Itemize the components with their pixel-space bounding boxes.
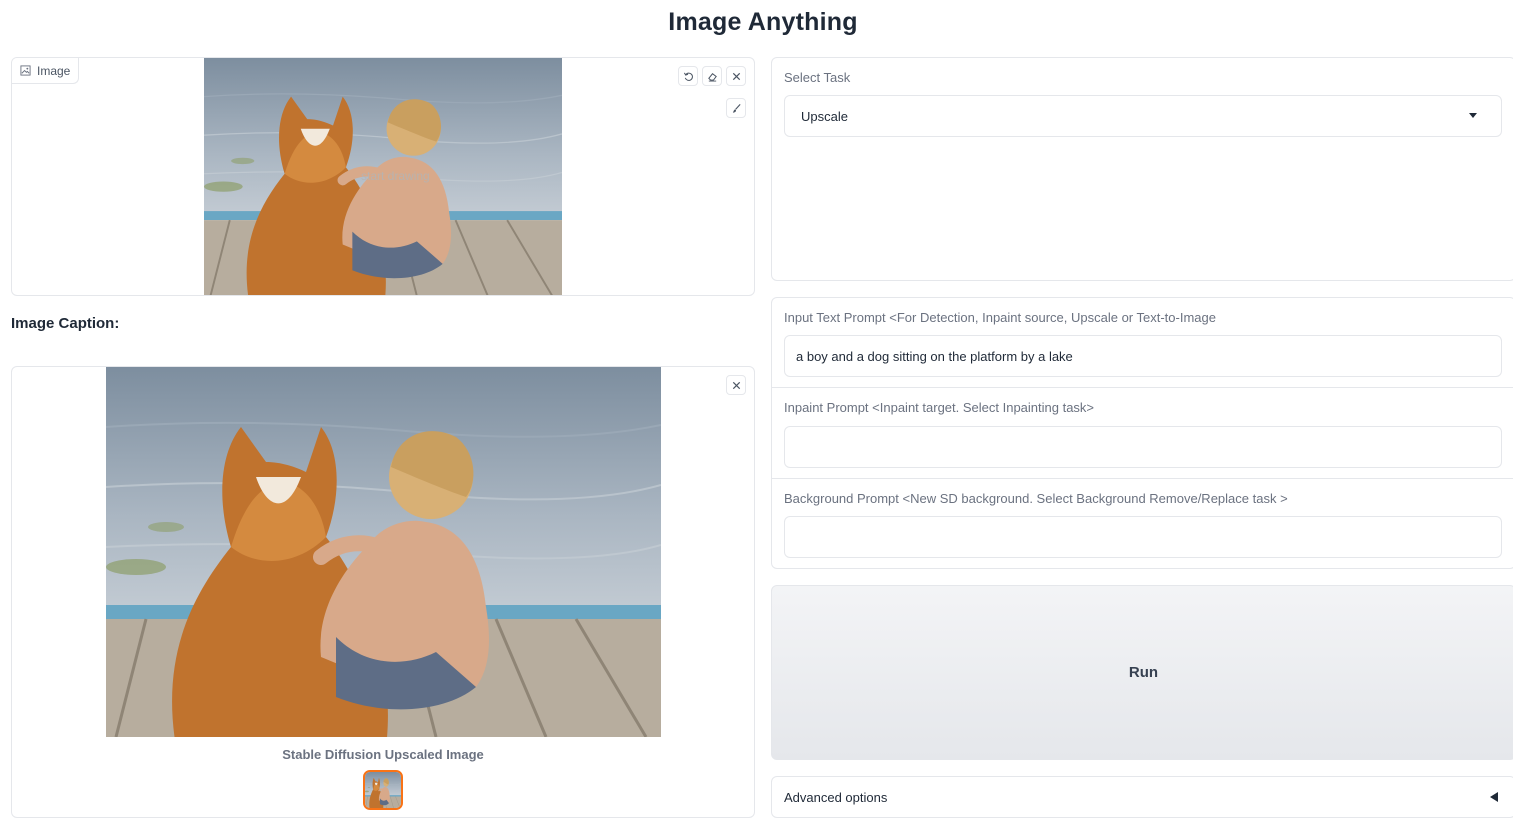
- background-prompt-label: Background Prompt <New SD background. Se…: [784, 491, 1288, 506]
- divider: [772, 387, 1513, 388]
- task-panel: Select Task Upscale: [771, 57, 1513, 281]
- brush-icon: [732, 103, 741, 113]
- clear-image-button[interactable]: [726, 66, 746, 86]
- caret-down-icon: [1469, 113, 1477, 118]
- eraser-button[interactable]: [702, 66, 722, 86]
- task-dropdown[interactable]: Upscale: [784, 95, 1502, 137]
- eraser-icon: [707, 72, 717, 82]
- caret-left-icon: [1490, 792, 1498, 802]
- gallery-caption: Stable Diffusion Upscaled Image: [282, 747, 484, 762]
- close-icon: [732, 381, 740, 389]
- image-icon: [20, 65, 31, 76]
- select-task-label: Select Task: [784, 70, 851, 85]
- upscaled-image[interactable]: [106, 367, 661, 737]
- task-dropdown-value: Upscale: [801, 108, 848, 124]
- image-input-label: Image: [12, 58, 80, 84]
- brush-button[interactable]: [726, 98, 746, 118]
- image-caption-label: Image Caption:: [11, 315, 120, 332]
- input-text-prompt-value: a boy and a dog sitting on the platform …: [796, 348, 1073, 364]
- output-gallery: Stable Diffusion Upscaled Image: [11, 366, 755, 818]
- start-drawing-hint: start drawing: [361, 169, 430, 183]
- input-text-prompt-field[interactable]: a boy and a dog sitting on the platform …: [784, 335, 1502, 377]
- image-input-label-text: Image: [37, 63, 71, 78]
- image-input-panel[interactable]: Image start drawing: [11, 57, 755, 296]
- input-text-prompt-label: Input Text Prompt <For Detection, Inpain…: [784, 310, 1216, 325]
- run-button[interactable]: Run: [771, 585, 1513, 760]
- inpaint-prompt-field[interactable]: [784, 426, 1502, 468]
- advanced-options-accordion[interactable]: Advanced options: [771, 776, 1513, 818]
- divider: [772, 478, 1513, 479]
- background-prompt-field[interactable]: [784, 516, 1502, 558]
- undo-button[interactable]: [678, 66, 698, 86]
- undo-icon: [683, 72, 693, 81]
- advanced-options-label: Advanced options: [784, 789, 888, 805]
- gallery-thumbnail[interactable]: [363, 770, 403, 810]
- inpaint-prompt-label: Inpaint Prompt <Inpaint target. Select I…: [784, 400, 1095, 415]
- page-title: Image Anything: [668, 8, 858, 36]
- prompt-panel: Input Text Prompt <For Detection, Inpain…: [771, 297, 1513, 569]
- gallery-close-button[interactable]: [726, 375, 746, 395]
- close-icon: [732, 72, 740, 80]
